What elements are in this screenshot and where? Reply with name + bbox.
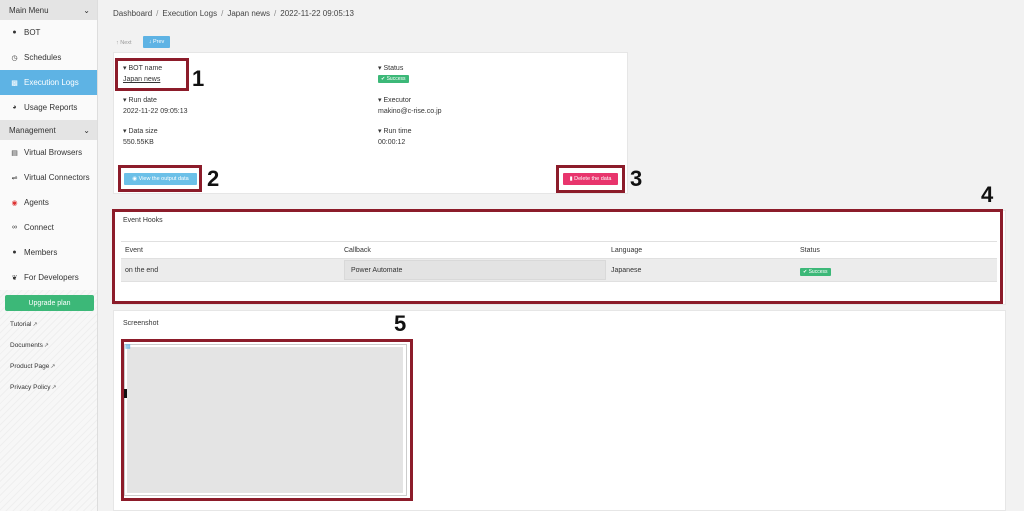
users-icon: ●: [12, 249, 17, 256]
upgrade-plan-button[interactable]: Upgrade plan: [5, 295, 94, 311]
product-page-link[interactable]: Product Page↗: [10, 363, 57, 384]
arrow-down-icon: ↓: [148, 39, 152, 45]
sidebar-item-virtual-browsers[interactable]: ▤ Virtual Browsers: [0, 140, 97, 165]
sidebar-item-label: Agents: [24, 198, 49, 207]
next-button[interactable]: ↑ Next: [116, 37, 140, 48]
external-links: Tutorial↗ Documents↗ Product Page↗ Priva…: [10, 321, 57, 405]
sidebar-item-label: Members: [24, 248, 58, 257]
sidebar-item-for-developers[interactable]: ❦ For Developers: [0, 265, 97, 290]
annotation-box-2: [118, 165, 202, 192]
sidebar-item-label: Virtual Browsers: [24, 148, 83, 157]
annotation-number-3: 3: [630, 166, 643, 191]
sidebar-item-members[interactable]: ● Members: [0, 240, 97, 265]
management-header[interactable]: Management ⌄: [0, 120, 97, 140]
data-size-value: 550.55KB: [123, 139, 154, 146]
sidebar-item-label: For Developers: [24, 273, 79, 282]
agent-icon: ◉: [11, 199, 18, 207]
management-label: Management: [9, 125, 56, 135]
connector-icon: ⇌: [11, 174, 18, 182]
sidebar-item-label: Virtual Connectors: [24, 173, 90, 182]
sidebar-item-usage-reports[interactable]: ◕ Usage Reports: [0, 95, 97, 120]
sidebar-item-agents[interactable]: ◉ Agents: [0, 190, 97, 215]
main-menu-label: Main Menu: [9, 5, 49, 15]
annotation-number-1: 1: [192, 66, 205, 91]
external-link-icon: ↗: [50, 364, 56, 370]
sidebar-item-label: Usage Reports: [24, 103, 78, 112]
data-size-field: ▾ Data size 550.55KB: [123, 128, 158, 146]
robot-icon: ●: [12, 29, 17, 36]
annotation-box-1: [115, 58, 189, 91]
screenshot-title: Screenshot: [123, 320, 159, 327]
chart-pie-icon: ◕: [12, 104, 17, 111]
status-field: ▾ Status ✔ Success: [378, 64, 409, 83]
browser-icon: ▤: [11, 149, 18, 157]
breadcrumb-bot[interactable]: Japan news: [227, 9, 270, 18]
main-menu-header[interactable]: Main Menu ⌄: [0, 0, 97, 20]
run-date-field: ▾ Run date 2022-11-22 09:05:13: [123, 97, 188, 115]
executor-label: Executor: [383, 97, 412, 104]
external-link-icon: ↗: [51, 385, 57, 391]
sidebar-item-bot[interactable]: ● BOT: [0, 20, 97, 45]
status-badge: ✔ Success: [378, 75, 409, 83]
sidebar-item-label: Execution Logs: [24, 78, 79, 87]
annotation-number-5: 5: [394, 311, 407, 336]
document-icon: ▩: [11, 79, 18, 87]
prev-button[interactable]: ↓ Prev: [143, 36, 170, 48]
chevron-down-icon: ⌄: [83, 125, 90, 135]
arrow-up-icon: ↑: [116, 39, 119, 46]
external-link-icon: ↗: [43, 343, 49, 349]
run-date-label: Run date: [128, 97, 157, 104]
breadcrumb-execution-logs[interactable]: Execution Logs: [162, 9, 217, 18]
run-time-label: Run time: [383, 128, 412, 135]
annotation-box-5: [121, 339, 413, 501]
breadcrumb-current: 2022-11-22 09:05:13: [280, 9, 354, 18]
breadcrumb: Dashboard / Execution Logs / Japan news/2022…: [113, 9, 354, 18]
breadcrumb-dashboard[interactable]: Dashboard: [113, 9, 152, 18]
tutorial-link[interactable]: Tutorial↗: [10, 321, 57, 342]
annotation-number-2: 2: [207, 166, 220, 191]
sidebar-item-label: Connect: [24, 223, 54, 232]
run-time-field: ▾ Run time 00:00:12: [378, 128, 412, 146]
privacy-policy-link[interactable]: Privacy Policy↗: [10, 384, 57, 405]
wrench-icon: ❦: [11, 274, 18, 282]
data-size-label: Data size: [128, 128, 158, 135]
executor-field: ▾ Executor makino@c-rise.co.jp: [378, 97, 442, 115]
run-date-value: 2022-11-22 09:05:13: [123, 108, 188, 115]
annotation-box-3: [556, 165, 625, 193]
sidebar-item-virtual-connectors[interactable]: ⇌ Virtual Connectors: [0, 165, 97, 190]
annotation-box-4: [112, 209, 1003, 304]
check-icon: ✔: [381, 76, 386, 82]
documents-link[interactable]: Documents↗: [10, 342, 57, 363]
sidebar-item-label: BOT: [24, 28, 41, 37]
executor-value: makino@c-rise.co.jp: [378, 108, 442, 115]
chevron-down-icon: ⌄: [83, 5, 90, 15]
status-label: Status: [383, 65, 404, 72]
sidebar-item-label: Schedules: [24, 53, 62, 62]
link-icon: ∞: [12, 224, 17, 231]
sidebar: Main Menu ⌄ ● BOT ◷ Schedules ▩ Executio…: [0, 0, 98, 511]
sidebar-item-execution-logs[interactable]: ▩ Execution Logs: [0, 70, 97, 95]
sidebar-item-connect[interactable]: ∞ Connect: [0, 215, 97, 240]
clock-icon: ◷: [11, 54, 18, 62]
external-link-icon: ↗: [32, 322, 38, 328]
annotation-number-4: 4: [981, 182, 994, 207]
sidebar-item-schedules[interactable]: ◷ Schedules: [0, 45, 97, 70]
run-time-value: 00:00:12: [378, 139, 406, 146]
